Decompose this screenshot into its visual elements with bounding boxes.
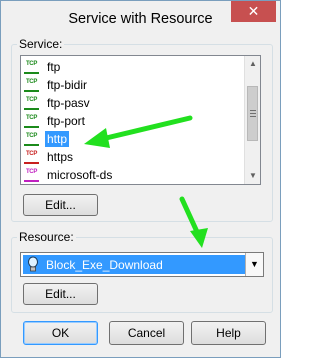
resource-selected-label: Block_Exe_Download	[46, 257, 163, 272]
scroll-down-arrow-icon[interactable]: ▼	[245, 168, 260, 184]
resource-edit-button[interactable]: Edit...	[23, 283, 98, 305]
tcp-icon: TCP	[24, 115, 39, 128]
tcp-icon: TCP	[24, 169, 39, 182]
tcp-icon: TCP	[24, 79, 39, 92]
list-item-http[interactable]: TCP http	[24, 130, 70, 148]
dialog-window: Service with Resource ✕ Service: TCP ftp…	[0, 0, 281, 358]
list-item-label: ftp	[47, 60, 61, 74]
resource-combobox[interactable]: Block_Exe_Download ▼	[20, 252, 264, 277]
list-item-ftp-pasv[interactable]: TCP ftp-pasv	[24, 94, 92, 112]
annotation-arrow-icon	[179, 196, 208, 248]
tcp-icon: TCP	[24, 151, 39, 164]
service-list-scrollbar[interactable]: ▲ ▼	[244, 56, 260, 184]
annotation-arrow-icon	[84, 115, 193, 148]
resource-selected: Block_Exe_Download	[23, 255, 245, 274]
grip-icon	[250, 110, 256, 117]
list-item-ftp-bidir[interactable]: TCP ftp-bidir	[24, 76, 89, 94]
list-item-microsoft-ds[interactable]: TCP microsoft-ds	[24, 166, 114, 184]
list-item-ftp[interactable]: TCP ftp	[24, 58, 62, 76]
cancel-button[interactable]: Cancel	[109, 321, 184, 345]
scroll-up-arrow-icon[interactable]: ▲	[245, 56, 260, 72]
service-label: Service:	[17, 37, 65, 51]
tcp-icon: TCP	[24, 133, 39, 146]
ok-button[interactable]: OK	[23, 321, 98, 345]
close-icon: ✕	[247, 3, 260, 19]
title-bar[interactable]: Service with Resource ✕	[1, 1, 280, 35]
tcp-icon: TCP	[24, 61, 39, 74]
lightbulb-icon	[28, 256, 38, 272]
list-item-label: ftp-bidir	[47, 78, 88, 92]
list-item-label: microsoft-ds	[47, 168, 113, 182]
list-item-label: https	[47, 150, 74, 164]
tcp-icon: TCP	[24, 97, 39, 110]
scrollbar-thumb[interactable]	[247, 86, 258, 141]
list-item-ftp-port[interactable]: TCP ftp-port	[24, 112, 87, 130]
help-button[interactable]: Help	[191, 321, 266, 345]
close-button[interactable]: ✕	[231, 1, 276, 22]
service-edit-button[interactable]: Edit...	[23, 194, 98, 216]
list-item-label-selected: http	[45, 131, 70, 147]
resource-label: Resource:	[17, 230, 76, 244]
list-item-https[interactable]: TCP https	[24, 148, 75, 166]
chevron-down-icon[interactable]: ▼	[245, 253, 263, 276]
list-item-label: ftp-pasv	[47, 96, 90, 110]
